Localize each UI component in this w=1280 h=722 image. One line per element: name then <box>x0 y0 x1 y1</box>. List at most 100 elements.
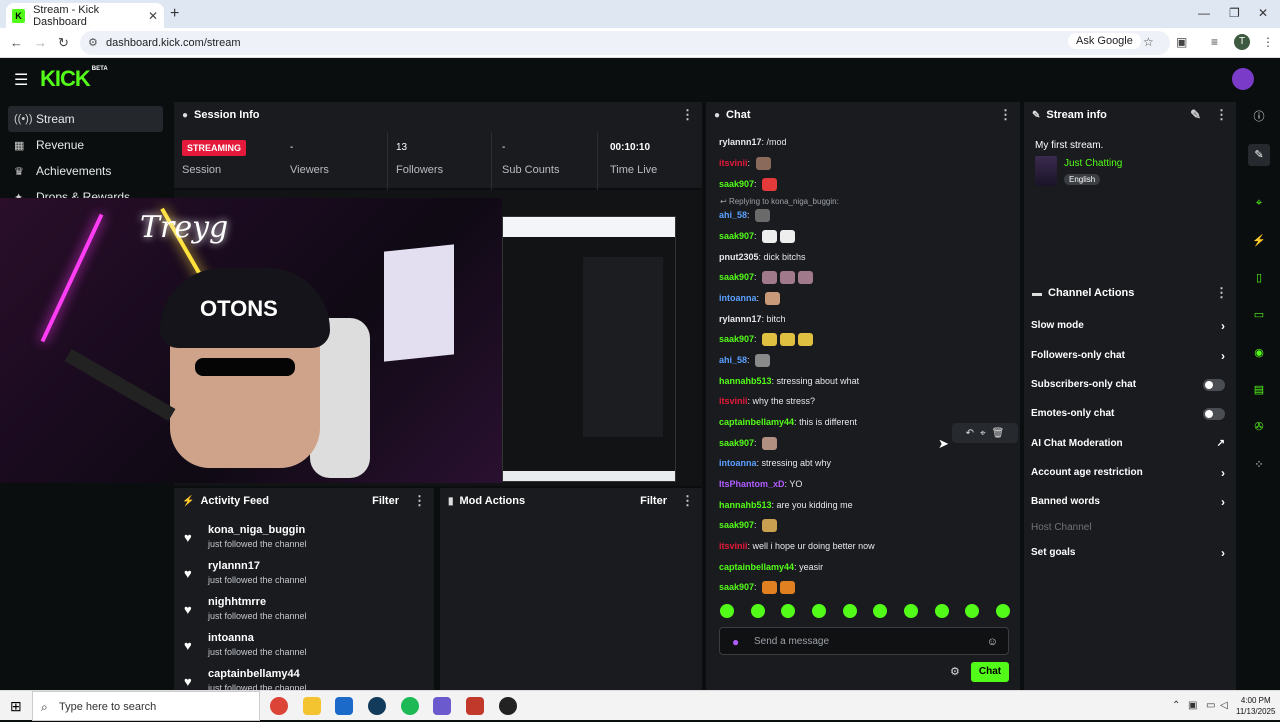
chat-username[interactable]: hannahb513 <box>719 500 772 510</box>
stream-preview-video[interactable] <box>502 216 676 482</box>
tray-chevron-icon[interactable]: ⌃ <box>1172 700 1180 711</box>
chat-message[interactable]: saak907: <box>719 580 796 595</box>
back-icon[interactable]: ← <box>10 35 23 50</box>
emote-icon[interactable] <box>781 604 796 618</box>
target-icon[interactable]: ⌖ <box>1248 192 1270 214</box>
chat-username[interactable]: intoanna <box>719 293 757 303</box>
game-app-icon[interactable] <box>433 697 451 715</box>
chat-message[interactable]: itsvinii: why the stress? <box>719 394 815 408</box>
channel-action-item[interactable]: AI Chat Moderation ↗ <box>1031 434 1231 454</box>
activity-username[interactable]: rylannn17 <box>208 560 260 572</box>
channel-action-item[interactable]: Emotes-only chat <box>1031 404 1231 424</box>
channel-action-item[interactable]: Banned words › <box>1031 492 1231 512</box>
emoji-picker-icon[interactable]: ☺ <box>987 628 998 656</box>
chat-message[interactable]: saak907: <box>719 229 796 244</box>
network-icon[interactable]: ▭ <box>1206 700 1215 711</box>
channel-action-item[interactable]: Set goals › <box>1031 543 1231 563</box>
activity-username[interactable]: intoanna <box>208 632 254 644</box>
more-options-icon[interactable]: ⋮ <box>1215 107 1228 123</box>
sidebar-item-achievements[interactable]: ♛ Achievements <box>8 158 163 184</box>
emote-icon[interactable] <box>965 604 980 618</box>
reply-icon[interactable]: ↶ <box>966 428 974 439</box>
store-app-icon[interactable] <box>335 697 353 715</box>
browser-profile-avatar[interactable]: T <box>1234 34 1250 50</box>
emote-icon[interactable] <box>903 604 918 618</box>
user-avatar[interactable] <box>1232 68 1254 90</box>
chat-message[interactable]: rylannn17: /mod <box>719 135 787 149</box>
emote-icon[interactable] <box>811 604 826 618</box>
taskbar-search[interactable]: ⌕ Type here to search <box>32 691 260 721</box>
chat-message[interactable]: saak907: <box>719 332 814 347</box>
info-circle-icon[interactable]: ⓘ <box>1248 106 1270 128</box>
chat-username[interactable]: itsvinii <box>719 541 748 551</box>
chat-username[interactable]: saak907 <box>719 438 754 448</box>
bookmark-star-icon[interactable]: ☆ <box>1143 35 1154 49</box>
reading-list-icon[interactable]: ≡ <box>1211 35 1218 49</box>
delete-icon[interactable]: 🗑 <box>992 428 1005 439</box>
chat-username[interactable]: ahi_58 <box>719 210 747 220</box>
chat-username[interactable]: rylannn17 <box>719 137 762 147</box>
chat-username[interactable]: saak907 <box>719 334 754 344</box>
chat-username[interactable]: rylannn17 <box>719 314 762 324</box>
channel-action-item[interactable]: Subscribers-only chat <box>1031 375 1231 395</box>
browser-tab[interactable]: K Stream - Kick Dashboard ✕ <box>6 3 164 28</box>
chat-message[interactable]: saak907: <box>719 518 778 533</box>
document-icon[interactable]: ▯ <box>1248 267 1270 289</box>
channel-action-item[interactable]: Account age restriction › <box>1031 463 1231 483</box>
kick-logo[interactable]: KICK BETA <box>40 66 108 92</box>
broadcast-icon[interactable]: ◉ <box>1248 342 1270 364</box>
send-chat-button[interactable]: Chat <box>971 662 1009 682</box>
chat-message[interactable]: pnut2305: dick bitchs <box>719 250 806 264</box>
url-field[interactable]: ⚙ dashboard.kick.com/stream <box>80 31 1170 55</box>
chat-settings-gear-icon[interactable]: ⚙ <box>950 665 960 678</box>
chat-username[interactable]: saak907 <box>719 582 754 592</box>
activity-username[interactable]: nighhtmrre <box>208 596 266 608</box>
layout-icon[interactable]: ▤ <box>1248 379 1270 401</box>
channel-action-item[interactable]: Slow mode › <box>1031 316 1231 336</box>
category-link[interactable]: Just Chatting <box>1064 158 1122 169</box>
chat-username[interactable]: itsvinii <box>719 158 748 168</box>
microphone-icon[interactable]: ● <box>732 628 739 656</box>
chat-username[interactable]: captainbellamy44 <box>719 562 794 572</box>
chat-message[interactable]: saak907: <box>719 177 778 192</box>
sidebar-item-revenue[interactable]: ▦ Revenue <box>8 132 163 158</box>
chrome-app-icon[interactable] <box>270 697 288 715</box>
chat-username[interactable]: saak907 <box>719 231 754 241</box>
window-close-icon[interactable]: ✕ <box>1258 6 1268 20</box>
filter-button[interactable]: Filter <box>640 495 667 507</box>
reload-icon[interactable]: ↻ <box>58 35 69 51</box>
edit-icon[interactable]: ✎ <box>1248 144 1270 166</box>
activity-username[interactable]: captainbellamy44 <box>208 668 300 680</box>
chat-message[interactable]: ItsPhantom_xD: YO <box>719 477 802 491</box>
chat-message[interactable]: intoanna: stressing abt why <box>719 456 831 470</box>
forward-icon[interactable]: → <box>34 35 47 50</box>
chat-message[interactable]: rylannn17: bitch <box>719 312 786 326</box>
toggle-switch[interactable] <box>1203 379 1225 391</box>
chat-username[interactable]: saak907 <box>719 272 754 282</box>
pin-icon[interactable]: ⌖ <box>980 428 986 439</box>
ask-google-button[interactable]: Ask Google <box>1068 33 1141 49</box>
channel-action-item[interactable]: Host Channel <box>1031 518 1231 538</box>
chat-message[interactable]: itsvinii: <box>719 156 771 171</box>
toggle-switch[interactable] <box>1203 408 1225 420</box>
more-options-icon[interactable]: ⋮ <box>1215 285 1228 301</box>
restore-icon[interactable]: ❐ <box>1229 6 1240 20</box>
close-tab-icon[interactable]: ✕ <box>148 9 158 23</box>
channel-action-item[interactable]: Followers-only chat › <box>1031 346 1231 366</box>
emote-icon[interactable] <box>750 604 765 618</box>
file-explorer-icon[interactable] <box>303 697 321 715</box>
browser-menu-icon[interactable]: ⋮ <box>1262 35 1274 49</box>
more-options-icon[interactable]: ⋮ <box>999 107 1012 123</box>
taskbar-clock[interactable]: 4:00 PM 11/13/2025 <box>1236 695 1275 717</box>
text-app-icon[interactable] <box>466 697 484 715</box>
app-c-icon[interactable] <box>368 697 386 715</box>
new-tab-icon[interactable]: + <box>170 5 179 23</box>
obs-icon[interactable] <box>499 697 517 715</box>
chat-username[interactable]: hannahb513 <box>719 376 772 386</box>
edit-pencil-icon[interactable]: ✎ <box>1190 107 1201 123</box>
filter-button[interactable]: Filter <box>372 495 399 507</box>
chat-username[interactable]: captainbellamy44 <box>719 417 794 427</box>
chat-message[interactable]: intoanna: <box>719 291 780 306</box>
sidebar-item-stream[interactable]: ((•)) Stream <box>8 106 163 132</box>
chat-icon[interactable]: ▭ <box>1248 304 1270 326</box>
